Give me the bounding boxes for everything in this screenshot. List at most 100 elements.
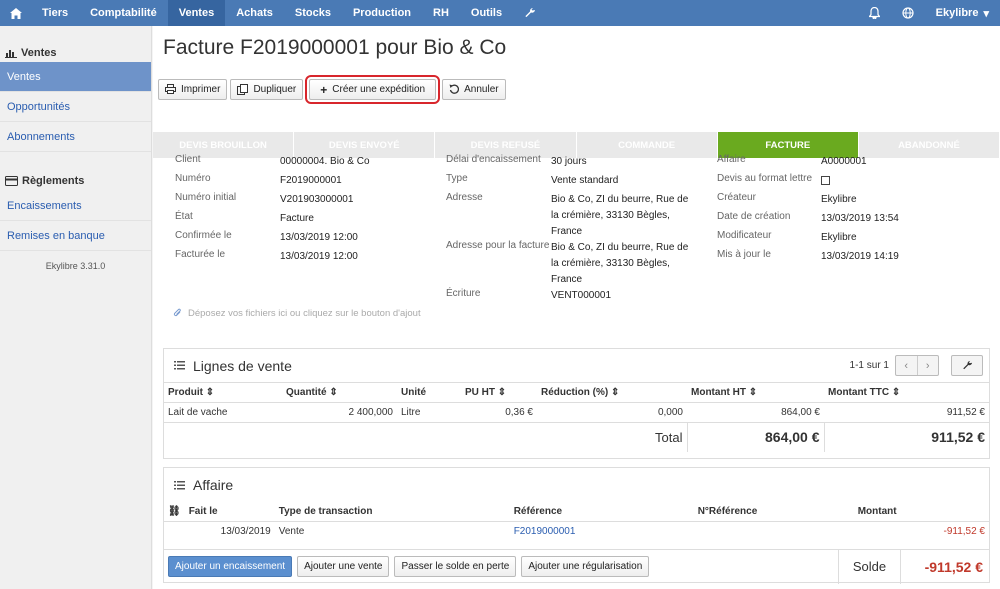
info-column-2: Délai d'encaissement 30 jours Type Vente s…: [446, 154, 706, 307]
cell-montant-ttc: 911,52 €: [946, 406, 985, 418]
user-menu[interactable]: Ekylibre: [936, 7, 979, 19]
duplicate-label: Dupliquer: [253, 84, 297, 95]
col-pu-ht[interactable]: PU HT ⇕: [461, 383, 537, 403]
cell-montant: -911,52 €: [943, 525, 985, 537]
create-shipment-button[interactable]: + Créer une expédition: [305, 75, 441, 104]
affair-panel: Affaire ⛓ Fait le Type de transaction Ré…: [163, 467, 990, 584]
table-settings-button[interactable]: [951, 355, 983, 376]
col-type-transaction: Type de transaction: [274, 502, 510, 522]
payment-delay-label: Délai d'encaissement: [446, 154, 541, 165]
cell-montant-ht: 864,00 €: [781, 406, 820, 418]
confirmed-value: 13/03/2019 12:00: [280, 232, 358, 243]
address-label: Adresse: [446, 192, 483, 203]
col-quantite[interactable]: Quantité ⇕: [282, 383, 397, 403]
updated-at-label: Mis à jour le: [717, 249, 771, 260]
table-row: Lait de vache 2 400,000 Litre 0,36 € 0,0…: [164, 402, 989, 422]
file-dropzone[interactable]: Déposez vos fichiers ici ou cliquez sur …: [173, 308, 421, 319]
nav-achats[interactable]: Achats: [225, 0, 284, 26]
initial-number-label: Numéro initial: [175, 192, 237, 203]
nav-production[interactable]: Production: [342, 0, 422, 26]
type-value: Vente standard: [551, 175, 619, 186]
main-content: Facture F2019000001 pour Bio & Co Imprim…: [153, 26, 1000, 589]
home-icon[interactable]: [0, 0, 31, 26]
address-value: Bio & Co, ZI du beurre, Rue de la crémiè…: [551, 194, 689, 237]
duplicate-button[interactable]: Dupliquer: [230, 79, 304, 100]
nav-stocks[interactable]: Stocks: [284, 0, 342, 26]
pager-buttons: ‹ ›: [895, 355, 939, 376]
updater-value: Ekylibre: [821, 232, 857, 243]
add-sale-button[interactable]: Ajouter une vente: [297, 556, 390, 577]
invoiced-label: Facturée le: [175, 249, 226, 260]
paperclip-icon: [173, 308, 182, 319]
nav-outils[interactable]: Outils: [460, 0, 513, 26]
write-off-balance-button[interactable]: Passer le solde en perte: [394, 556, 517, 577]
sidebar-item-ventes[interactable]: Ventes: [0, 62, 151, 92]
cancel-label: Annuler: [464, 84, 499, 95]
col-montant: Montant: [853, 502, 989, 522]
top-navbar: Tiers Comptabilité Ventes Achats Stocks …: [0, 0, 1000, 26]
creator-value: Ekylibre: [821, 194, 857, 205]
page-title: Facture F2019000001 pour Bio & Co: [163, 36, 507, 59]
plus-icon: +: [320, 82, 328, 97]
invoice-address-value: Bio & Co, ZI du beurre, Rue de la crémiè…: [551, 242, 689, 285]
sidebar-item-remises[interactable]: Remises en banque: [0, 221, 151, 251]
table-row: 13/03/2019 Vente F2019000001 -911,52 €: [164, 521, 989, 541]
col-montant-ttc[interactable]: Montant TTC ⇕: [824, 383, 989, 403]
creator-label: Créateur: [717, 192, 756, 203]
entry-label: Écriture: [446, 288, 481, 299]
bar-chart-icon: [5, 47, 17, 59]
created-at-value: 13/03/2019 13:54: [821, 213, 899, 224]
dropzone-text: Déposez vos fichiers ici ou cliquez sur …: [188, 308, 421, 319]
affair-label: Affaire: [717, 154, 746, 165]
cell-produit: Lait de vache: [168, 406, 228, 418]
list-icon: [174, 479, 185, 491]
print-label: Imprimer: [181, 84, 221, 95]
nav-ventes[interactable]: Ventes: [167, 0, 226, 26]
col-reduction[interactable]: Réduction (%) ⇕: [537, 383, 687, 403]
nav-comptabilite[interactable]: Comptabilité: [79, 0, 168, 26]
add-regularization-button[interactable]: Ajouter une régularisation: [521, 556, 650, 577]
initial-number-value: V201903000001: [280, 194, 354, 205]
next-page-button[interactable]: ›: [918, 356, 939, 375]
col-produit[interactable]: Produit ⇕: [164, 383, 282, 403]
type-label: Type: [446, 173, 468, 184]
cell-reduction: 0,000: [657, 406, 683, 418]
affair-title: Affaire: [193, 477, 234, 493]
printer-icon: [165, 84, 176, 95]
sidebar-section-reglements: Règlements: [0, 152, 151, 191]
total-ttc: 911,52 €: [823, 421, 989, 452]
client-link[interactable]: 00000004. Bio & Co: [280, 154, 370, 170]
undo-icon: [449, 84, 460, 95]
bell-icon[interactable]: [868, 7, 880, 20]
add-payment-button[interactable]: Ajouter un encaissement: [168, 556, 293, 577]
credit-card-icon: [5, 175, 18, 187]
invoice-address-label: Adresse pour la facture: [446, 240, 550, 251]
cell-pu-ht: 0,36 €: [505, 406, 533, 418]
affair-link[interactable]: A0000001: [821, 154, 867, 170]
cell-unite: Litre: [401, 406, 421, 418]
total-ht: 864,00 €: [686, 421, 824, 452]
cancel-button[interactable]: Annuler: [442, 79, 506, 100]
app-version: Ekylibre 3.31.0: [45, 261, 106, 271]
letter-format-checkbox[interactable]: [821, 176, 830, 185]
info-column-1: Client 00000004. Bio & Co Numéro F20190000…: [175, 154, 435, 268]
cell-date: 13/03/2019: [220, 525, 271, 537]
entry-link[interactable]: VENT000001: [551, 288, 611, 304]
cell-reference-link[interactable]: F2019000001: [514, 526, 576, 537]
state-value: Facture: [280, 213, 314, 224]
sidebar-item-abonnements[interactable]: Abonnements: [0, 122, 151, 152]
prev-page-button[interactable]: ‹: [896, 356, 918, 375]
nav-tiers[interactable]: Tiers: [31, 0, 79, 26]
wrench-icon[interactable]: [513, 0, 547, 26]
col-montant-ht[interactable]: Montant HT ⇕: [687, 383, 824, 403]
globe-icon[interactable]: [902, 7, 914, 19]
print-button[interactable]: Imprimer: [158, 79, 228, 100]
affair-footer: Ajouter un encaissement Ajouter une vent…: [164, 549, 989, 584]
total-label: Total: [164, 421, 687, 452]
chevron-down-icon[interactable]: ▾: [983, 7, 989, 20]
balance-label: Solde: [838, 549, 900, 584]
col-unite: Unité: [397, 383, 461, 403]
sidebar-item-opportunites[interactable]: Opportunités: [0, 92, 151, 122]
sidebar-item-encaissements[interactable]: Encaissements: [0, 191, 151, 221]
nav-rh[interactable]: RH: [422, 0, 460, 26]
